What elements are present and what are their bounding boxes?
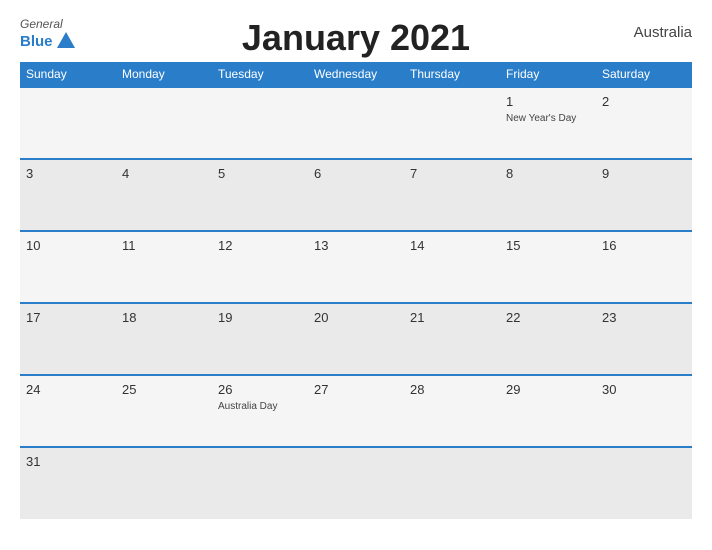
day-number: 15: [506, 237, 590, 255]
calendar-day-cell: 31: [20, 447, 116, 519]
day-number: 11: [122, 237, 206, 255]
day-number: 9: [602, 165, 686, 183]
day-number: 20: [314, 309, 398, 327]
day-number: 12: [218, 237, 302, 255]
calendar-day-cell: 10: [20, 231, 116, 303]
calendar-day-cell: 24: [20, 375, 116, 447]
calendar-week-row: 24 25 26Australia Day 27 28 29 30: [20, 375, 692, 447]
day-number: 4: [122, 165, 206, 183]
day-number: 8: [506, 165, 590, 183]
logo-blue: Blue: [20, 34, 53, 49]
calendar-day-cell: 14: [404, 231, 500, 303]
day-number: 13: [314, 237, 398, 255]
calendar-day-cell: [116, 87, 212, 159]
calendar-page: General Blue January 2021 Australia Sund…: [0, 0, 712, 550]
calendar-table: Sunday Monday Tuesday Wednesday Thursday…: [20, 62, 692, 519]
day-number: 7: [410, 165, 494, 183]
calendar-day-cell: 20: [308, 303, 404, 375]
calendar-day-cell: 29: [500, 375, 596, 447]
header-thursday: Thursday: [404, 62, 500, 87]
logo: General Blue: [20, 18, 100, 52]
calendar-week-row: 1New Year's Day 2: [20, 87, 692, 159]
calendar-day-cell: 7: [404, 159, 500, 231]
country-label: Australia: [612, 18, 692, 41]
calendar-day-cell: [308, 447, 404, 519]
calendar-day-cell: [404, 87, 500, 159]
header-wednesday: Wednesday: [308, 62, 404, 87]
day-number: 21: [410, 309, 494, 327]
calendar-day-cell: 8: [500, 159, 596, 231]
weekday-header-row: Sunday Monday Tuesday Wednesday Thursday…: [20, 62, 692, 87]
calendar-week-row: 3456789: [20, 159, 692, 231]
calendar-day-cell: 21: [404, 303, 500, 375]
calendar-day-cell: 6: [308, 159, 404, 231]
calendar-day-cell: 26Australia Day: [212, 375, 308, 447]
day-number: 24: [26, 381, 110, 399]
day-number: 16: [602, 237, 686, 255]
calendar-week-row: 10 11 12 13 14 15 16: [20, 231, 692, 303]
calendar-day-cell: [116, 447, 212, 519]
day-number: 29: [506, 381, 590, 399]
calendar-week-row: 17 18 19 20 21 22 23: [20, 303, 692, 375]
day-number: 19: [218, 309, 302, 327]
calendar-day-cell: 23: [596, 303, 692, 375]
header-saturday: Saturday: [596, 62, 692, 87]
calendar-day-cell: [404, 447, 500, 519]
calendar-day-cell: [212, 447, 308, 519]
calendar-day-cell: 4: [116, 159, 212, 231]
day-number: 31: [26, 453, 110, 471]
calendar-day-cell: 13: [308, 231, 404, 303]
logo-text: General Blue: [20, 18, 77, 52]
logo-general: General: [20, 18, 77, 30]
calendar-day-cell: 19: [212, 303, 308, 375]
calendar-week-row: 31: [20, 447, 692, 519]
day-number: 14: [410, 237, 494, 255]
calendar-day-cell: 5: [212, 159, 308, 231]
calendar-day-cell: 15: [500, 231, 596, 303]
calendar-day-cell: [500, 447, 596, 519]
header-sunday: Sunday: [20, 62, 116, 87]
calendar-day-cell: 18: [116, 303, 212, 375]
calendar-day-cell: 27: [308, 375, 404, 447]
calendar-day-cell: [212, 87, 308, 159]
calendar-day-cell: 28: [404, 375, 500, 447]
day-number: 3: [26, 165, 110, 183]
calendar-day-cell: [20, 87, 116, 159]
calendar-day-cell: 25: [116, 375, 212, 447]
day-number: 26: [218, 381, 302, 399]
calendar-day-cell: 2: [596, 87, 692, 159]
header-monday: Monday: [116, 62, 212, 87]
day-number: 6: [314, 165, 398, 183]
day-number: 10: [26, 237, 110, 255]
day-event: New Year's Day: [506, 112, 590, 125]
day-number: 30: [602, 381, 686, 399]
day-number: 5: [218, 165, 302, 183]
calendar-day-cell: 16: [596, 231, 692, 303]
calendar-day-cell: 22: [500, 303, 596, 375]
day-event: Australia Day: [218, 400, 302, 413]
calendar-day-cell: 30: [596, 375, 692, 447]
day-number: 1: [506, 93, 590, 111]
calendar-day-cell: 11: [116, 231, 212, 303]
day-number: 22: [506, 309, 590, 327]
calendar-day-cell: 12: [212, 231, 308, 303]
day-number: 2: [602, 93, 686, 111]
calendar-header: General Blue January 2021 Australia: [20, 18, 692, 56]
calendar-day-cell: 9: [596, 159, 692, 231]
logo-flag-icon: [53, 30, 77, 52]
calendar-title: January 2021: [100, 18, 612, 56]
day-number: 27: [314, 381, 398, 399]
calendar-day-cell: 1New Year's Day: [500, 87, 596, 159]
header-friday: Friday: [500, 62, 596, 87]
calendar-day-cell: 3: [20, 159, 116, 231]
day-number: 25: [122, 381, 206, 399]
calendar-day-cell: 17: [20, 303, 116, 375]
calendar-day-cell: [596, 447, 692, 519]
day-number: 28: [410, 381, 494, 399]
header-tuesday: Tuesday: [212, 62, 308, 87]
day-number: 18: [122, 309, 206, 327]
day-number: 17: [26, 309, 110, 327]
calendar-day-cell: [308, 87, 404, 159]
day-number: 23: [602, 309, 686, 327]
